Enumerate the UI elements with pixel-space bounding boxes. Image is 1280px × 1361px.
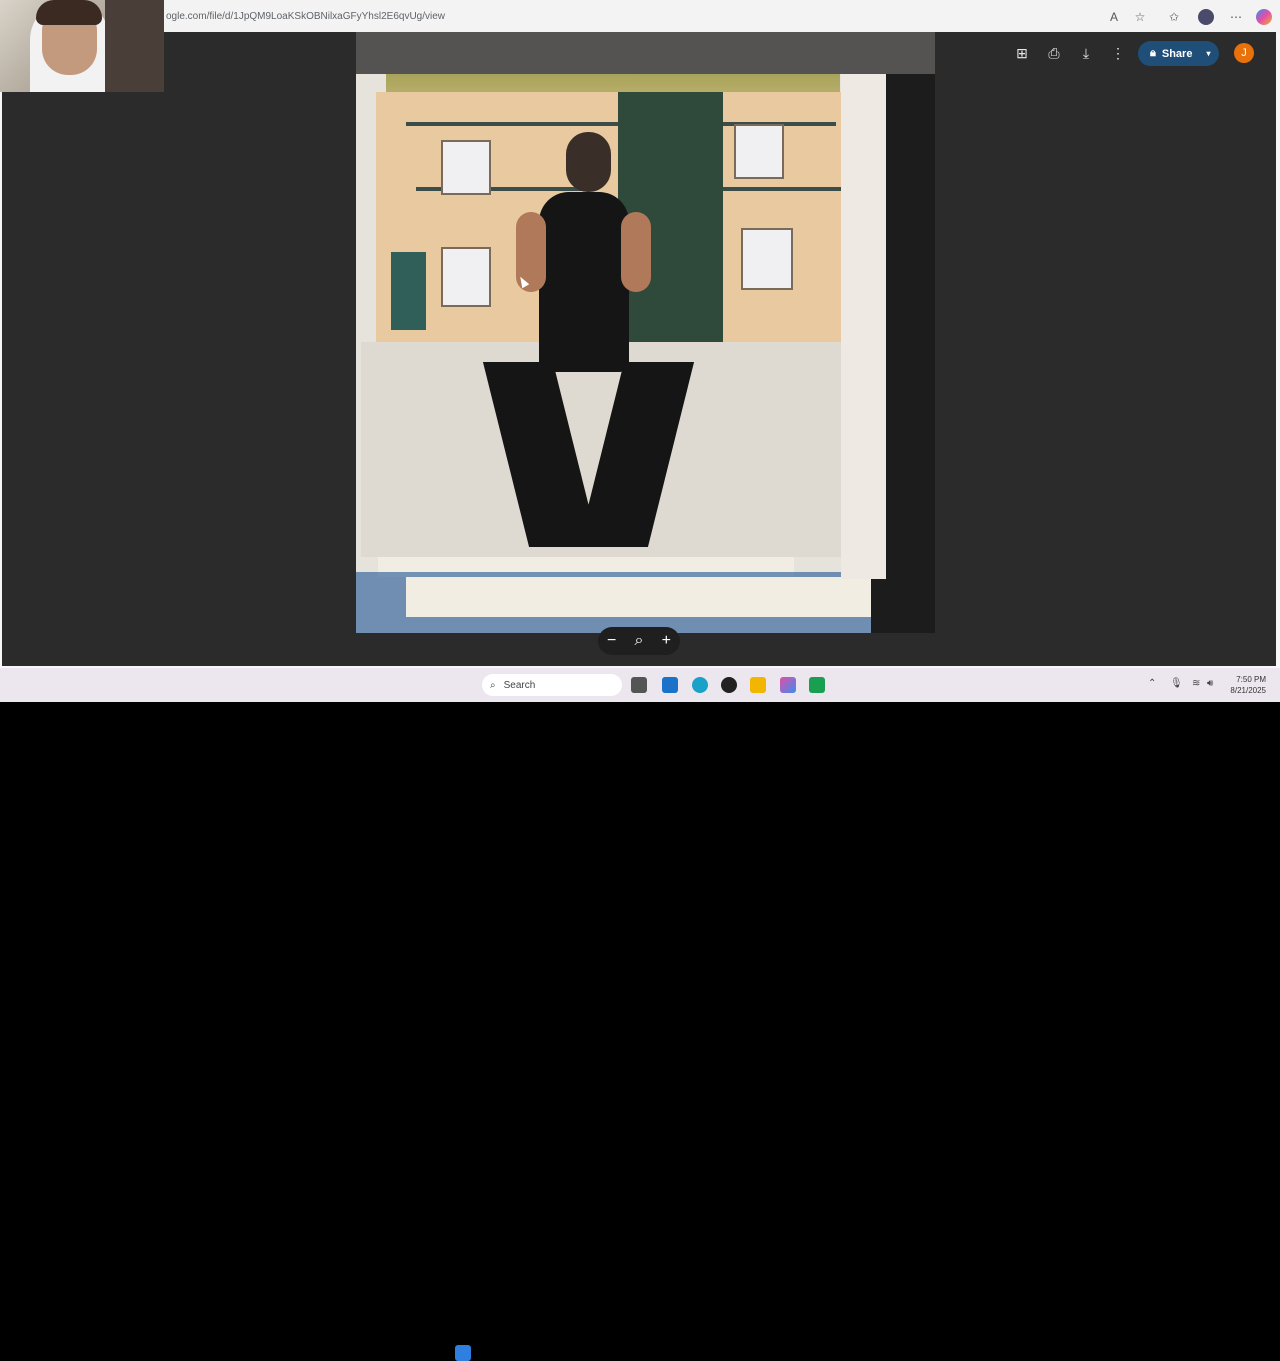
volume-icon[interactable]: 🔊︎ [1207, 678, 1213, 689]
print-icon[interactable]: ⎙ [1044, 44, 1064, 62]
chevron-down-icon[interactable]: ▾ [1206, 49, 1210, 58]
time: 7:50 PM [1236, 675, 1266, 684]
avatar[interactable]: J [1234, 43, 1254, 63]
taskbar-search[interactable]: ⌕ Search [482, 674, 622, 696]
zoom-icon[interactable]: ⌕ [627, 632, 651, 650]
favorites-icon[interactable]: ✩ [1166, 9, 1182, 25]
share-label: Share [1161, 47, 1193, 60]
file-explorer-icon[interactable] [750, 677, 766, 693]
search-label: Search [503, 679, 536, 691]
browser-window: ogle.com/file/d/1JpQM9LoaKSkOBNilxaGFyYh… [0, 0, 1280, 668]
zoom-out-button[interactable]: − [600, 632, 624, 650]
copilot-icon[interactable] [1256, 9, 1272, 25]
photo-preview [356, 32, 935, 633]
edge-icon[interactable] [692, 677, 708, 693]
store-icon[interactable] [662, 677, 678, 693]
clock[interactable]: 7:50 PM 8/21/2025 [1222, 674, 1266, 696]
webcam-overlay [0, 0, 164, 92]
wifi-icon[interactable]: ≋ [1192, 678, 1200, 689]
favorite-star-icon[interactable]: ☆ [1132, 9, 1148, 25]
windows-start-icon[interactable] [455, 1345, 471, 1361]
profile-icon[interactable] [1198, 9, 1214, 25]
url-text[interactable]: ogle.com/file/d/1JpQM9LoaKSkOBNilxaGFyYh… [166, 11, 445, 22]
lock-icon: 🔒︎ [1150, 47, 1156, 59]
app2-icon[interactable] [809, 677, 825, 693]
chevron-up-icon[interactable]: ⌃ [1148, 678, 1156, 689]
address-bar[interactable]: ogle.com/file/d/1JpQM9LoaKSkOBNilxaGFyYh… [0, 0, 1280, 34]
more-icon[interactable]: ⋯ [1228, 9, 1244, 25]
app-icon[interactable] [721, 677, 737, 693]
add-to-drive-icon[interactable]: ⊞ [1012, 44, 1032, 62]
microphone-icon[interactable]: 🎙︎ [1170, 678, 1183, 689]
zoom-controls: − ⌕ + [598, 627, 680, 655]
share-button[interactable]: 🔒︎ Share ▾ [1138, 41, 1219, 66]
search-icon: ⌕ [490, 679, 496, 691]
download-icon[interactable]: ⤓ [1076, 44, 1096, 62]
zoom-in-button[interactable]: + [654, 632, 678, 650]
taskbar: ⌕ Search ⌃ 🎙︎ ≋ 🔊︎ 7:50 PM 8/21/2025 [0, 668, 1280, 1361]
copilot-taskbar-icon[interactable] [780, 677, 796, 693]
read-aloud-icon[interactable]: A [1106, 9, 1122, 25]
date: 8/21/2025 [1230, 686, 1266, 695]
task-view-icon[interactable] [631, 677, 647, 693]
more-options-icon[interactable]: ⋮ [1108, 44, 1128, 62]
screen-bottom-edge [0, 702, 1280, 720]
